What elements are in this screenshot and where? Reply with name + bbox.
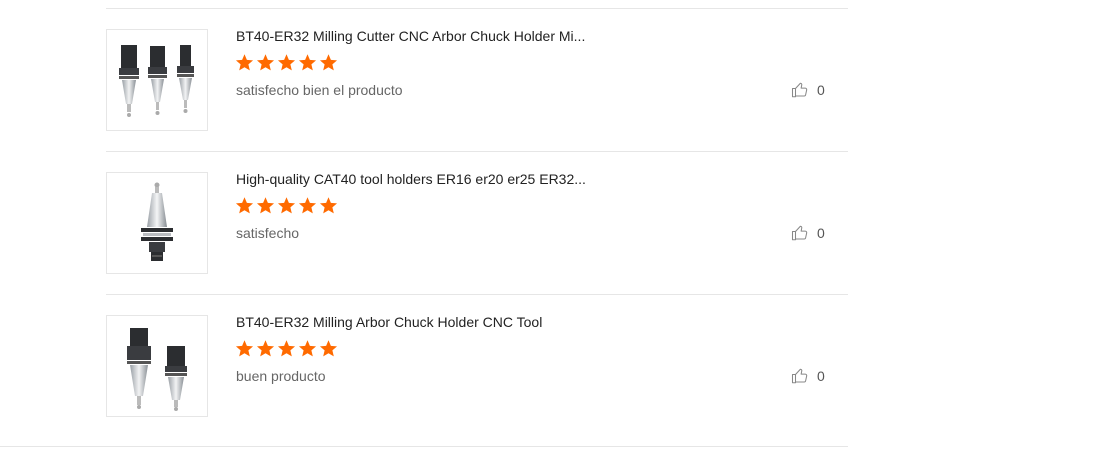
review-item: High-quality CAT40 tool holders ER16 er2… (106, 152, 848, 295)
three-tool-holders-image (119, 45, 194, 117)
review-item: BT40-ER32 Milling Arbor Chuck Holder CNC… (106, 295, 848, 438)
star-icon (298, 54, 317, 71)
rating-stars (235, 339, 338, 358)
star-icon (256, 54, 275, 71)
helpful-count: 0 (817, 82, 825, 98)
star-icon (235, 54, 254, 71)
review-comment: buen producto (236, 368, 326, 384)
helpful-count: 0 (817, 225, 825, 241)
product-thumbnail[interactable] (106, 315, 208, 417)
review-comment: satisfecho (236, 225, 300, 241)
star-icon (235, 340, 254, 357)
star-icon (277, 340, 296, 357)
thumbs-up-icon (791, 82, 808, 98)
star-icon (256, 340, 275, 357)
star-icon (235, 197, 254, 214)
product-title[interactable]: High-quality CAT40 tool holders ER16 er2… (236, 171, 586, 187)
thumbs-up-icon (791, 225, 808, 241)
two-tool-holders-image (127, 328, 187, 411)
thumbs-up-icon (791, 368, 808, 384)
star-icon (319, 197, 338, 214)
single-tool-holder-image (141, 182, 173, 261)
product-thumbnail[interactable] (106, 29, 208, 131)
rating-stars (235, 53, 338, 72)
product-title[interactable]: BT40-ER32 Milling Arbor Chuck Holder CNC… (236, 314, 542, 330)
review-item: BT40-ER32 Milling Cutter CNC Arbor Chuck… (106, 9, 848, 152)
helpful-button[interactable]: 0 (791, 367, 825, 385)
star-icon (277, 54, 296, 71)
product-thumbnail[interactable] (106, 172, 208, 274)
helpful-count: 0 (817, 368, 825, 384)
review-comment: satisfecho bien el producto (236, 82, 403, 98)
star-icon (277, 197, 296, 214)
star-icon (256, 197, 275, 214)
helpful-button[interactable]: 0 (791, 81, 825, 99)
star-icon (298, 197, 317, 214)
star-icon (319, 340, 338, 357)
rating-stars (235, 196, 338, 215)
helpful-button[interactable]: 0 (791, 224, 825, 242)
star-icon (319, 54, 338, 71)
star-icon (298, 340, 317, 357)
product-title[interactable]: BT40-ER32 Milling Cutter CNC Arbor Chuck… (236, 28, 585, 44)
bottom-divider (0, 446, 848, 447)
